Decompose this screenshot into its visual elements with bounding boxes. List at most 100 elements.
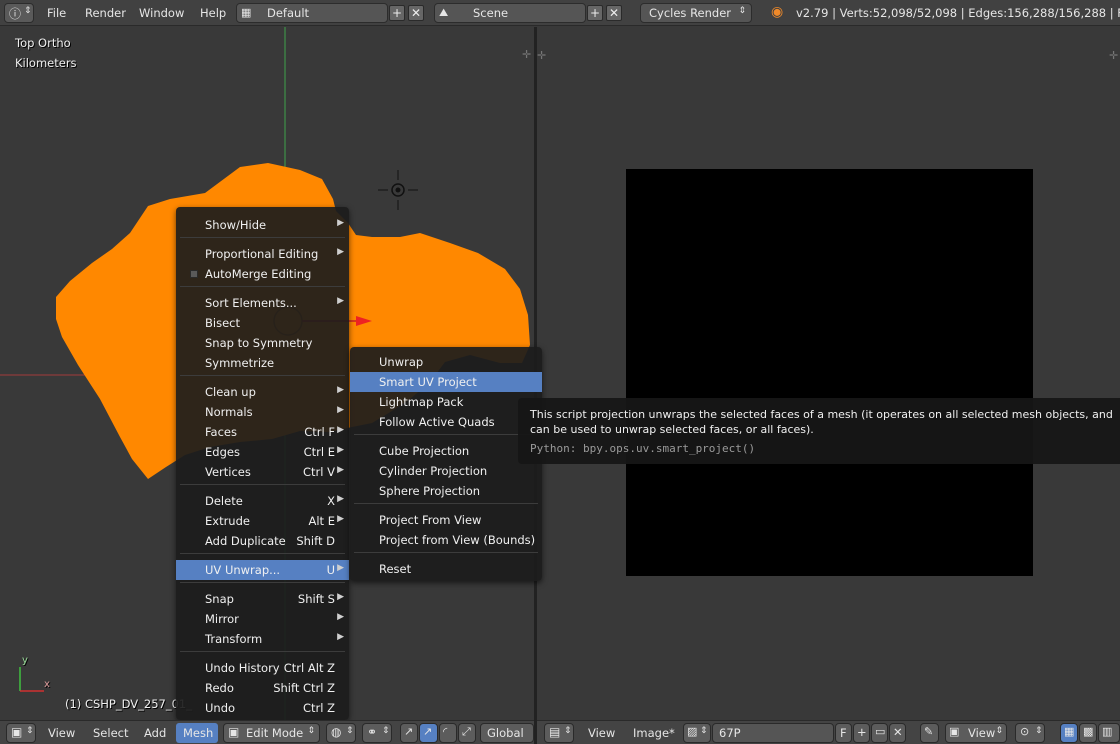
pivot-point-select[interactable]: ⊙ ⇕ xyxy=(1015,723,1045,743)
uv-image-canvas[interactable] xyxy=(626,169,1033,576)
mesh-menu-item-normals[interactable]: Normals ▶ xyxy=(176,402,349,422)
menu-image[interactable]: Image* xyxy=(633,726,675,740)
menu-item-label: Sort Elements... xyxy=(205,296,297,310)
uv-menu-item-sphere-projection[interactable]: Sphere Projection xyxy=(350,481,542,501)
uv-menu-item-cube-projection[interactable]: Cube Projection xyxy=(350,441,542,461)
uv-menu-item-unwrap[interactable]: Unwrap xyxy=(350,352,542,372)
mesh-menu-item-undo[interactable]: Undo Ctrl Z xyxy=(176,698,349,718)
checkbox-icon[interactable] xyxy=(190,270,198,278)
menu-mesh[interactable]: Mesh xyxy=(176,723,218,743)
delete-screen-button[interactable]: ✕ xyxy=(408,5,424,21)
menu-render[interactable]: Render xyxy=(85,6,126,20)
menu-item-label: Project From View xyxy=(379,513,482,527)
menu-separator xyxy=(180,286,345,287)
area-split-icon[interactable]: ✛ xyxy=(1109,49,1118,62)
fake-user-toggle[interactable]: F xyxy=(835,723,852,743)
view-mode-select[interactable]: ▣ View ⇕ xyxy=(945,723,1007,743)
add-scene-button[interactable]: + xyxy=(587,5,603,21)
uv-menu-item-lightmap-pack[interactable]: Lightmap Pack xyxy=(350,392,542,412)
mesh-menu-item-show-hide[interactable]: Show/Hide ▶ xyxy=(176,215,349,235)
menu-item-label: Edges xyxy=(205,445,240,459)
area-split-icon[interactable]: ✛ xyxy=(537,49,546,62)
menu-item-label: Snap xyxy=(205,592,234,606)
mesh-menu-item-edges[interactable]: Edges Ctrl E ▶ xyxy=(176,442,349,462)
draw-uv-toggle[interactable]: ▩ xyxy=(1079,723,1097,743)
translate-manipulator-button[interactable]: ↗ xyxy=(419,723,438,743)
menu-window[interactable]: Window xyxy=(139,6,184,20)
mesh-menu-item-faces[interactable]: Faces Ctrl F ▶ xyxy=(176,422,349,442)
menu-select[interactable]: Select xyxy=(93,726,128,740)
rotate-manipulator-button[interactable]: ◜ xyxy=(439,723,457,743)
edit-mode-icon: ▣ xyxy=(228,725,240,739)
uv-menu-item-project-from-view-bounds[interactable]: Project from View (Bounds) xyxy=(350,530,542,550)
menu-view[interactable]: View xyxy=(48,726,75,740)
mesh-menu-item-uv-unwrap[interactable]: UV Unwrap... U ▶ xyxy=(176,560,349,580)
viewport-shading-select[interactable]: ◍ ⇕ xyxy=(326,723,356,743)
uv-menu-item-smart-uv-project[interactable]: Smart UV Project xyxy=(350,372,542,392)
fake-user-label: F xyxy=(840,726,847,740)
mesh-menu-item-redo[interactable]: Redo Shift Ctrl Z xyxy=(176,678,349,698)
mesh-menu-item-clean-up[interactable]: Clean up ▶ xyxy=(176,382,349,402)
updown-arrows-icon: ⇕ xyxy=(307,726,315,736)
scale-icon: ⤢ xyxy=(462,725,471,738)
mesh-menu-item-delete[interactable]: Delete X ▶ xyxy=(176,491,349,511)
mesh-menu-item-sort-elements[interactable]: Sort Elements... ▶ xyxy=(176,293,349,313)
uv-menu-item-project-from-view[interactable]: Project From View xyxy=(350,510,542,530)
menu-view[interactable]: View xyxy=(588,726,615,740)
screen-layout-field[interactable]: ▦ Default xyxy=(236,3,388,23)
mesh-menu-item-undo-history[interactable]: Undo History Ctrl Alt Z xyxy=(176,658,349,678)
editor-type-button[interactable]: ⓘ ⇕ xyxy=(4,3,34,23)
uv-menu-item-cylinder-projection[interactable]: Cylinder Projection xyxy=(350,461,542,481)
mesh-menu-item-extrude[interactable]: Extrude Alt E ▶ xyxy=(176,511,349,531)
open-image-button[interactable]: ▭ xyxy=(871,723,888,743)
menu-item-label: Snap to Symmetry xyxy=(205,336,313,350)
pin-image-button[interactable]: ✎ xyxy=(920,723,939,743)
draw-checker-toggle[interactable]: ▦ xyxy=(1060,723,1078,743)
menu-item-label: Extrude xyxy=(205,514,250,528)
menu-file[interactable]: File xyxy=(47,6,66,20)
submenu-arrow-icon: ▶ xyxy=(337,465,344,475)
mesh-menu-item-transform[interactable]: Transform ▶ xyxy=(176,629,349,649)
mesh-menu-item-symmetrize[interactable]: Symmetrize xyxy=(176,353,349,373)
transform-orientation-select[interactable]: Global xyxy=(480,723,534,743)
mesh-menu-item-vertices[interactable]: Vertices Ctrl V ▶ xyxy=(176,462,349,482)
manipulator-icon: ↗ xyxy=(404,725,414,738)
mesh-menu-item-bisect[interactable]: Bisect xyxy=(176,313,349,333)
editor-type-button[interactable]: ▤ ⇕ xyxy=(544,723,574,743)
render-engine-select[interactable]: Cycles Render ⇕ xyxy=(640,3,752,23)
manipulator-toggle[interactable]: ↗ xyxy=(400,723,418,743)
scale-manipulator-button[interactable]: ⤢ xyxy=(458,723,476,743)
screen-layout-name: Default xyxy=(267,6,310,20)
uv-menu-item-follow-active-quads[interactable]: Follow Active Quads xyxy=(350,412,542,432)
delete-scene-button[interactable]: ✕ xyxy=(606,5,622,21)
uv-menu-item-reset[interactable]: Reset xyxy=(350,559,542,579)
menu-add[interactable]: Add xyxy=(144,726,166,740)
browse-image-button[interactable]: ▨ ⇕ xyxy=(683,723,711,743)
unlink-image-button[interactable]: ✕ xyxy=(889,723,906,743)
mesh-menu-item-proportional-editing[interactable]: Proportional Editing ▶ xyxy=(176,244,349,264)
updown-arrows-icon: ⇕ xyxy=(382,726,390,736)
menu-separator xyxy=(180,484,345,485)
mesh-menu-item-snap-to-symmetry[interactable]: Snap to Symmetry xyxy=(176,333,349,353)
scene-field[interactable]: ⛰ Scene xyxy=(434,3,586,23)
add-screen-button[interactable]: + xyxy=(389,5,405,21)
mesh-menu-item-add-duplicate[interactable]: Add Duplicate Shift D xyxy=(176,531,349,551)
menu-item-shortcut: X xyxy=(327,494,335,508)
menu-item-label: Follow Active Quads xyxy=(379,415,495,429)
menu-help[interactable]: Help xyxy=(200,6,226,20)
pivot-point-select[interactable]: ⚭ ⇕ xyxy=(362,723,392,743)
image-name-field[interactable]: 67P xyxy=(712,723,834,743)
pivot-icon: ⚭ xyxy=(367,725,378,739)
view-icon: ▣ xyxy=(949,725,960,738)
scene-statistics: v2.79 | Verts:52,098/52,098 | Edges:156,… xyxy=(796,6,1120,20)
channels-select[interactable]: ▥ xyxy=(1098,723,1120,743)
menu-item-label: AutoMerge Editing xyxy=(205,267,312,281)
new-image-button[interactable]: + xyxy=(853,723,870,743)
cube-icon: ▣ xyxy=(11,725,23,739)
mesh-menu-item-mirror[interactable]: Mirror ▶ xyxy=(176,609,349,629)
view-mode-value: View xyxy=(968,726,996,740)
editor-type-button[interactable]: ▣ ⇕ xyxy=(6,723,36,743)
mesh-menu-item-automerge-editing[interactable]: AutoMerge Editing xyxy=(176,264,349,284)
mesh-menu-item-snap[interactable]: Snap Shift S ▶ xyxy=(176,589,349,609)
mode-select[interactable]: ▣ Edit Mode ⇕ xyxy=(223,723,320,743)
